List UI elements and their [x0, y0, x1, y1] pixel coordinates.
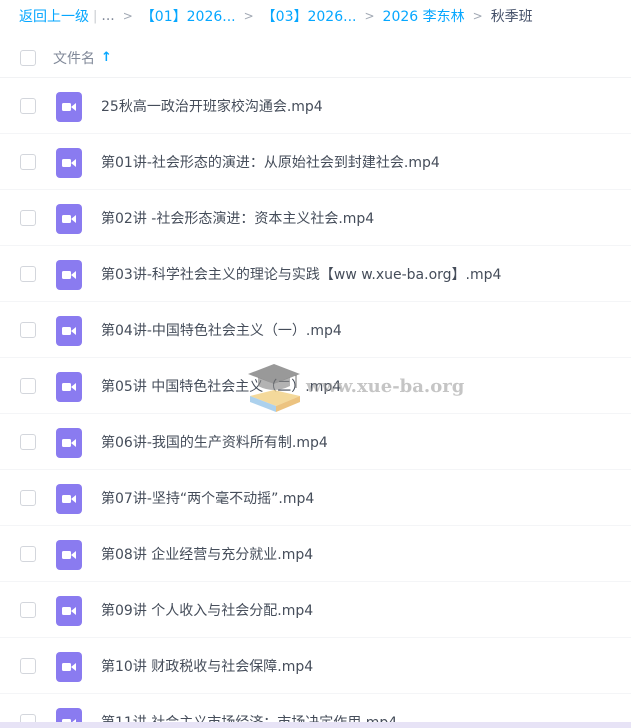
file-row[interactable]: 第02讲 -社会形态演进：资本主义社会.mp4 [0, 190, 631, 246]
video-camera-icon [62, 606, 76, 616]
file-name[interactable]: 第08讲 企业经营与充分就业.mp4 [101, 544, 313, 564]
breadcrumb-item[interactable]: 【01】2026... [141, 6, 236, 26]
arrow-up-icon: ↑ [101, 50, 112, 65]
file-row[interactable]: 第01讲-社会形态的演进：从原始社会到封建社会.mp4 [0, 134, 631, 190]
file-row[interactable]: 第06讲-我国的生产资料所有制.mp4 [0, 414, 631, 470]
file-name[interactable]: 第09讲 个人收入与社会分配.mp4 [101, 600, 313, 620]
row-checkbox[interactable] [20, 266, 36, 282]
file-row[interactable]: 第07讲-坚持“两个毫不动摇”.mp4 [0, 470, 631, 526]
row-checkbox[interactable] [20, 98, 36, 114]
video-file-icon [56, 92, 82, 122]
row-checkbox[interactable] [20, 322, 36, 338]
row-checkbox[interactable] [20, 378, 36, 394]
video-file-icon [56, 428, 82, 458]
chevron-right-icon: > [364, 9, 375, 23]
file-row[interactable]: 25秋高一政治开班家校沟通会.mp4 [0, 78, 631, 134]
video-file-icon [56, 260, 82, 290]
breadcrumb-divider: | [93, 8, 98, 24]
row-checkbox[interactable] [20, 602, 36, 618]
file-name[interactable]: 第03讲-科学社会主义的理论与实践【ww w.xue-ba.org】.mp4 [101, 264, 501, 284]
video-camera-icon [62, 494, 76, 504]
sort-by-name-button[interactable]: 文件名 ↑ [53, 48, 112, 68]
video-file-icon [56, 484, 82, 514]
video-camera-icon [62, 326, 76, 336]
video-file-icon [56, 148, 82, 178]
breadcrumb-item[interactable]: 【03】2026... [262, 6, 357, 26]
video-camera-icon [62, 214, 76, 224]
column-header-filename: 文件名 [53, 50, 95, 67]
video-file-icon [56, 596, 82, 626]
file-name[interactable]: 第01讲-社会形态的演进：从原始社会到封建社会.mp4 [101, 152, 440, 172]
file-name[interactable]: 第05讲 中国特色社会主义（二）.mp4 [101, 376, 341, 396]
list-header: 文件名 ↑ [0, 38, 631, 78]
video-file-icon [56, 652, 82, 682]
video-file-icon [56, 204, 82, 234]
row-checkbox[interactable] [20, 210, 36, 226]
row-checkbox[interactable] [20, 154, 36, 170]
video-camera-icon [62, 270, 76, 280]
video-camera-icon [62, 158, 76, 168]
chevron-right-icon: > [122, 9, 133, 23]
file-name[interactable]: 第02讲 -社会形态演进：资本主义社会.mp4 [101, 208, 374, 228]
video-file-icon [56, 316, 82, 346]
file-row[interactable]: 第09讲 个人收入与社会分配.mp4 [0, 582, 631, 638]
chevron-right-icon: > [243, 9, 254, 23]
bottom-strip [0, 722, 631, 728]
breadcrumb-ellipsis[interactable]: ... [101, 8, 114, 24]
file-row[interactable]: 第04讲-中国特色社会主义（一）.mp4 [0, 302, 631, 358]
video-camera-icon [62, 662, 76, 672]
breadcrumb: 返回上一级 | ... > 【01】2026... > 【03】2026... … [0, 0, 631, 32]
file-row[interactable]: 第10讲 财政税收与社会保障.mp4 [0, 638, 631, 694]
file-name[interactable]: 第10讲 财政税收与社会保障.mp4 [101, 656, 313, 676]
video-file-icon [56, 540, 82, 570]
chevron-right-icon: > [472, 9, 483, 23]
breadcrumb-item[interactable]: 2026 李东林 [383, 6, 465, 26]
file-row[interactable]: 第05讲 中国特色社会主义（二）.mp4 [0, 358, 631, 414]
select-all-checkbox[interactable] [20, 49, 36, 66]
file-name[interactable]: 第07讲-坚持“两个毫不动摇”.mp4 [101, 488, 314, 508]
file-name[interactable]: 第04讲-中国特色社会主义（一）.mp4 [101, 320, 342, 340]
file-name[interactable]: 25秋高一政治开班家校沟通会.mp4 [101, 96, 323, 116]
file-row[interactable]: 第08讲 企业经营与充分就业.mp4 [0, 526, 631, 582]
row-checkbox[interactable] [20, 658, 36, 674]
row-checkbox[interactable] [20, 434, 36, 450]
video-camera-icon [62, 382, 76, 392]
file-list: 25秋高一政治开班家校沟通会.mp4 第01讲-社会形态的演进：从原始社会到封建社… [0, 78, 631, 728]
video-camera-icon [62, 550, 76, 560]
video-camera-icon [62, 102, 76, 112]
back-link[interactable]: 返回上一级 [19, 6, 89, 26]
video-camera-icon [62, 438, 76, 448]
file-row[interactable]: 第03讲-科学社会主义的理论与实践【ww w.xue-ba.org】.mp4 [0, 246, 631, 302]
video-file-icon [56, 372, 82, 402]
row-checkbox[interactable] [20, 490, 36, 506]
row-checkbox[interactable] [20, 546, 36, 562]
file-name[interactable]: 第06讲-我国的生产资料所有制.mp4 [101, 432, 328, 452]
breadcrumb-current: 秋季班 [490, 9, 533, 25]
